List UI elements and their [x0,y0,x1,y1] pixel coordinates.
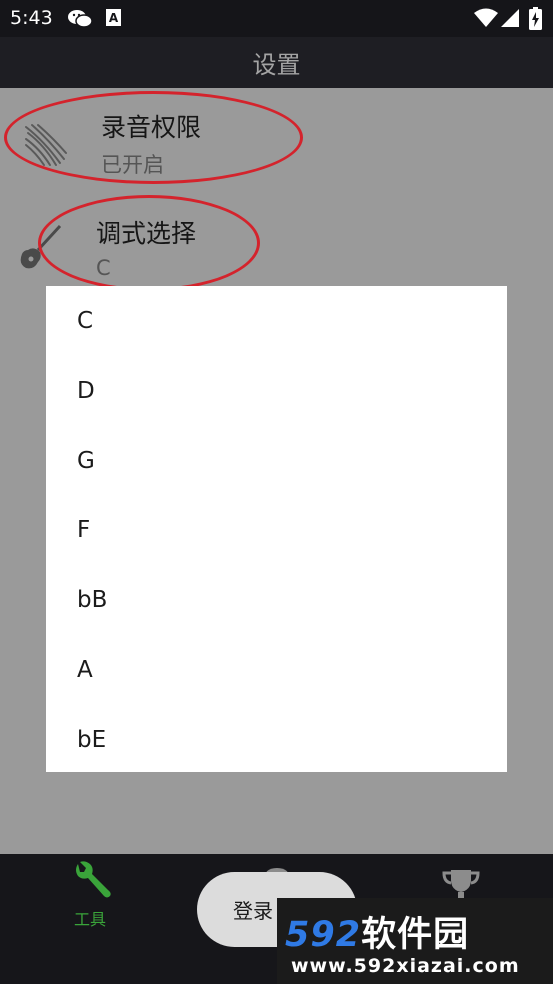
option-g[interactable]: G [77,441,477,481]
option-c[interactable]: C [77,301,477,341]
tab-tools-label: 工具 [74,910,107,929]
mode-options-dialog: C D G F bB A bE [46,286,507,772]
option-f[interactable]: F [77,510,477,550]
page-title: 设置 [252,51,301,79]
status-time: 5:43 [10,7,53,29]
option-be[interactable]: bE [77,720,477,760]
annotation-ellipse-recording [4,91,303,184]
header: 设置 [0,37,553,88]
watermark-brand: 592软件园 [285,906,469,957]
signal-icon [500,8,520,32]
watermark-url: www.592xiazai.com [291,955,520,977]
watermark-brand-text: 软件园 [361,915,470,955]
login-button-label: 登录 [233,899,273,923]
option-bb[interactable]: bB [77,580,477,620]
status-bar: 5:43 A [0,0,553,37]
battery-charging-icon [529,7,542,34]
svg-text:A: A [109,11,119,25]
watermark-brand-number: 592 [285,915,362,955]
watermark-592xiazai: 592软件园 www.592xiazai.com [277,898,553,984]
option-a[interactable]: A [77,650,477,690]
option-d[interactable]: D [77,371,477,411]
wrench-icon [72,860,112,904]
a-notification-icon: A [106,9,121,30]
wifi-icon [474,8,498,32]
tab-tools[interactable]: 工具 [50,854,140,934]
wechat-icon [67,9,93,33]
annotation-ellipse-mode [38,195,260,291]
